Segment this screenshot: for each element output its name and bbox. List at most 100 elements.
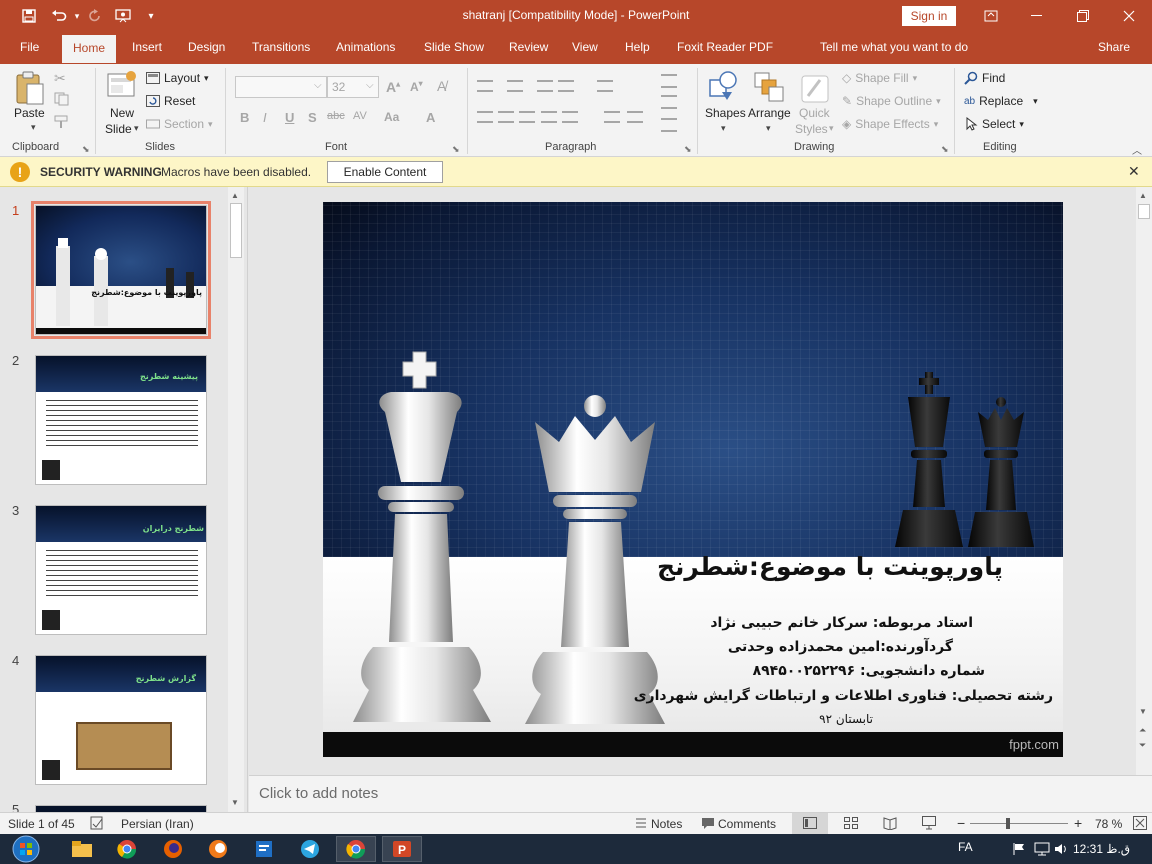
minimize-icon[interactable] bbox=[1014, 0, 1060, 32]
layout-button[interactable]: Layout ▾ bbox=[146, 71, 209, 85]
comments-toggle-button[interactable]: Comments bbox=[718, 817, 776, 831]
telegram-icon[interactable] bbox=[290, 836, 330, 862]
input-language-indicator[interactable]: FA bbox=[958, 840, 973, 854]
chrome-open-icon[interactable] bbox=[336, 836, 376, 862]
new-slide-label-1[interactable]: New bbox=[110, 106, 134, 120]
shapes-dropdown-icon[interactable]: ▾ bbox=[721, 123, 726, 134]
bullets-icon[interactable] bbox=[477, 80, 493, 92]
slide-instructor-line[interactable]: استاد مربوطه: سرکار خانم حبیبی نژاد bbox=[710, 615, 973, 631]
justify-icon[interactable] bbox=[541, 111, 557, 123]
tab-help[interactable]: Help bbox=[625, 40, 650, 54]
close-security-bar-icon[interactable]: ✕ bbox=[1128, 163, 1140, 180]
paste-button[interactable]: Paste bbox=[14, 106, 45, 120]
reading-view-icon[interactable] bbox=[883, 816, 897, 833]
tell-me-search[interactable]: Tell me what you want to do bbox=[820, 40, 968, 54]
quick-styles-label-1[interactable]: Quick bbox=[799, 106, 830, 120]
notes-icon[interactable] bbox=[634, 816, 648, 833]
columns-icon[interactable] bbox=[562, 111, 578, 123]
slide-thumbnail-5[interactable] bbox=[35, 805, 207, 812]
convert-to-smartart-icon[interactable] bbox=[661, 118, 677, 132]
align-center-icon[interactable] bbox=[498, 111, 514, 123]
tab-foxit-reader-pdf[interactable]: Foxit Reader PDF bbox=[677, 40, 773, 54]
slide-sorter-icon[interactable] bbox=[844, 816, 858, 833]
drawing-launcher-icon[interactable]: ⬊ bbox=[941, 144, 949, 155]
chrome-icon[interactable] bbox=[107, 836, 147, 862]
bold-icon[interactable]: B bbox=[240, 110, 249, 125]
scrollbar-thumb[interactable] bbox=[230, 203, 242, 258]
shape-fill-button[interactable]: ◇ Shape Fill ▾ bbox=[842, 71, 917, 85]
clipboard-launcher-icon[interactable]: ⬊ bbox=[82, 144, 90, 155]
quick-styles-icon[interactable] bbox=[800, 72, 830, 107]
text-direction-icon[interactable] bbox=[661, 74, 677, 88]
slide-author-line[interactable]: گردآورنده:امین محمدزاده وحدتی bbox=[728, 639, 953, 655]
font-size-dropdown-icon[interactable]: ⌵ bbox=[366, 80, 374, 91]
tab-insert[interactable]: Insert bbox=[132, 40, 162, 54]
enable-content-button[interactable]: Enable Content bbox=[327, 161, 443, 183]
app-blue-icon[interactable] bbox=[244, 836, 284, 862]
align-left-icon[interactable] bbox=[477, 111, 493, 123]
scrollbar-thumb[interactable] bbox=[1138, 204, 1150, 219]
align-text-icon[interactable] bbox=[661, 95, 677, 109]
slide-date-line[interactable]: تابستان ۹۲ bbox=[819, 712, 873, 726]
copy-icon[interactable] bbox=[54, 92, 70, 109]
arrange-button[interactable]: Arrange bbox=[748, 106, 791, 120]
ribbon-display-options-icon[interactable] bbox=[968, 0, 1014, 32]
tab-view[interactable]: View bbox=[572, 40, 598, 54]
notes-placeholder[interactable]: Click to add notes bbox=[259, 785, 378, 802]
change-case-icon[interactable]: Aa bbox=[384, 110, 399, 124]
flag-icon[interactable] bbox=[1013, 842, 1025, 859]
zoom-slider-thumb[interactable] bbox=[1006, 818, 1010, 829]
slide-student-id-line[interactable]: شماره دانشجویی: ۸۹۴۵۰۰۲۵۲۲۹۶ bbox=[753, 663, 985, 679]
eclipse-browser-icon[interactable] bbox=[198, 836, 238, 862]
select-button[interactable]: Select ▾ bbox=[966, 117, 1024, 131]
cut-icon[interactable]: ✂ bbox=[54, 70, 66, 87]
volume-icon[interactable] bbox=[1054, 842, 1068, 859]
line-spacing-icon[interactable] bbox=[597, 80, 613, 92]
zoom-slider[interactable] bbox=[970, 823, 1068, 824]
section-button[interactable]: Section ▾ bbox=[146, 117, 213, 131]
tab-review[interactable]: Review bbox=[509, 40, 548, 54]
new-slide-label-2[interactable]: Slide bbox=[105, 122, 132, 136]
firefox-icon[interactable] bbox=[153, 836, 193, 862]
decrease-font-size-icon[interactable]: A▾ bbox=[410, 79, 423, 94]
underline-icon[interactable]: U bbox=[285, 110, 294, 125]
share-button[interactable]: Share bbox=[1098, 40, 1130, 54]
scroll-up-icon[interactable]: ▲ bbox=[1139, 191, 1147, 200]
increase-indent-icon[interactable] bbox=[558, 80, 574, 92]
arrange-icon[interactable] bbox=[754, 72, 784, 105]
rtl-icon[interactable] bbox=[604, 111, 620, 123]
new-slide-icon[interactable] bbox=[107, 70, 137, 103]
tab-slide-show[interactable]: Slide Show bbox=[424, 40, 484, 54]
font-name-dropdown-icon[interactable]: ⌵ bbox=[314, 80, 322, 91]
slide-title[interactable]: پاورپوینت با موضوع:شطرنج bbox=[657, 552, 1003, 581]
tab-animations[interactable]: Animations bbox=[336, 40, 395, 54]
fit-slide-icon[interactable] bbox=[1133, 816, 1147, 833]
current-slide[interactable]: پاورپوینت با موضوع:شطرنج استاد مربوطه: س… bbox=[323, 202, 1063, 757]
previous-slide-icon[interactable]: ⏶ bbox=[1139, 725, 1146, 736]
tab-design[interactable]: Design bbox=[188, 40, 225, 54]
align-right-icon[interactable] bbox=[519, 111, 535, 123]
font-color-icon[interactable]: A bbox=[426, 110, 435, 125]
zoom-level[interactable]: 78 % bbox=[1095, 817, 1122, 831]
next-slide-icon[interactable]: ⏷ bbox=[1139, 740, 1146, 751]
tab-transitions[interactable]: Transitions bbox=[252, 40, 310, 54]
slide-thumbnail-3[interactable]: شطرنج درایران bbox=[35, 505, 207, 635]
paste-dropdown-icon[interactable]: ▾ bbox=[31, 122, 36, 133]
spell-check-icon[interactable] bbox=[90, 816, 104, 833]
clear-formatting-icon[interactable]: A̸ bbox=[437, 78, 446, 94]
text-shadow-icon[interactable]: S bbox=[308, 110, 317, 125]
arrange-dropdown-icon[interactable]: ▾ bbox=[766, 123, 771, 134]
character-spacing-icon[interactable]: AV bbox=[353, 110, 367, 122]
format-painter-icon[interactable] bbox=[54, 115, 70, 132]
collapse-ribbon-icon[interactable]: ︿ bbox=[1132, 142, 1142, 157]
clock[interactable]: 12:31 ق.ظ bbox=[1073, 842, 1130, 856]
shapes-button[interactable]: Shapes bbox=[705, 106, 746, 120]
font-launcher-icon[interactable]: ⬊ bbox=[452, 144, 460, 155]
ltr-icon[interactable] bbox=[627, 111, 643, 123]
quick-styles-dropdown-icon[interactable]: ▾ bbox=[829, 123, 834, 134]
close-icon[interactable] bbox=[1106, 0, 1152, 32]
numbering-icon[interactable] bbox=[507, 80, 523, 92]
tab-home[interactable]: Home bbox=[62, 35, 117, 63]
paragraph-launcher-icon[interactable]: ⬊ bbox=[684, 144, 692, 155]
slide-thumbnail-4[interactable]: گزارش شطرنج bbox=[35, 655, 207, 785]
